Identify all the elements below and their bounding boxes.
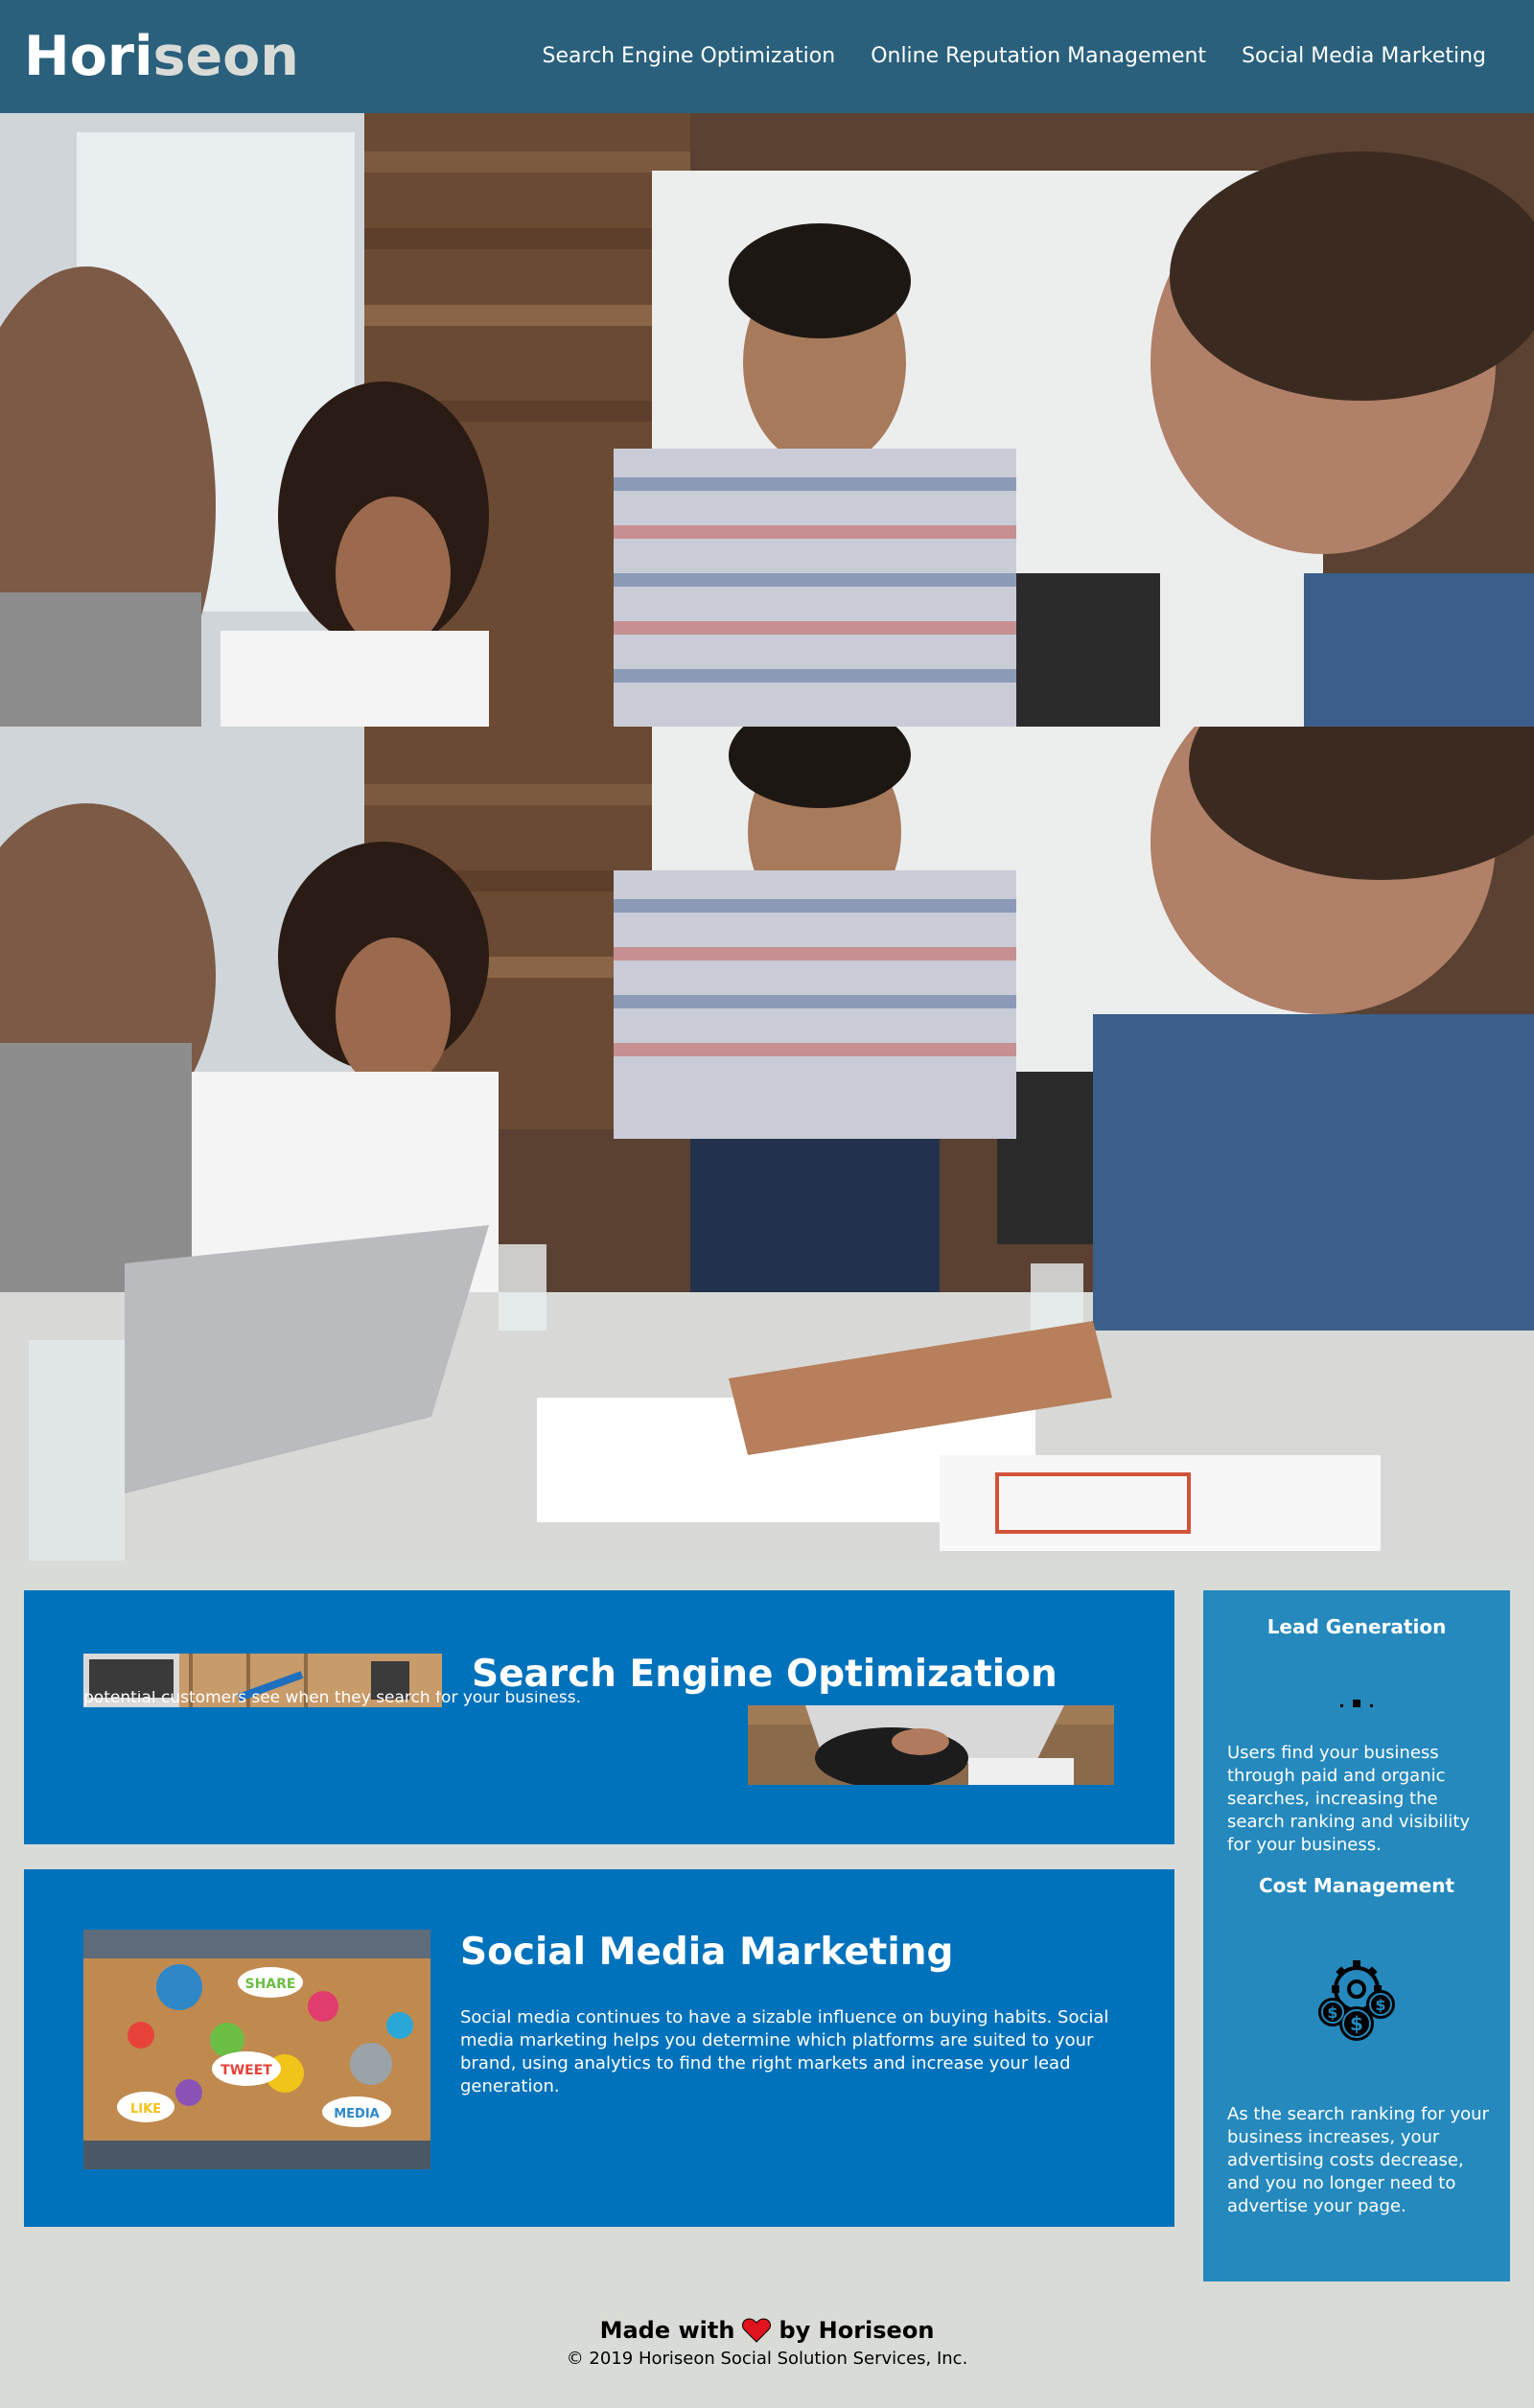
seo-text-fragment: potential customers see when they search… — [83, 1691, 581, 1707]
social-media-image: SHARE TWEET LIKE MEDIA — [83, 1930, 430, 2169]
svg-text:$: $ — [1375, 1996, 1385, 2014]
cost-management-text: As the search ranking for your business … — [1227, 2104, 1489, 2216]
seo-photo — [748, 1705, 1114, 1785]
site-footer: Made with by Horiseon © 2019 Horiseon So… — [0, 2315, 1534, 2371]
logo[interactable]: Horiseon — [24, 23, 299, 90]
copyright: © 2019 Horiseon Social Solution Services… — [566, 2349, 968, 2369]
social-media-title: Social Media Marketing — [460, 1931, 954, 1974]
lead-generation-icon — [1340, 1700, 1373, 1707]
site-header: Horiseon Search Engine Optimization Onli… — [0, 0, 1534, 113]
seo-card: Search Engine Optimization potential cus… — [24, 1590, 1174, 1844]
lead-generation-text: Users find your business through paid an… — [1227, 1743, 1471, 1855]
made-with-suffix: by Horiseon — [779, 2317, 935, 2344]
cost-management-icon: $ $ $ — [1318, 1960, 1395, 2041]
made-with-line: Made with by Horiseon — [0, 2315, 1534, 2346]
nav-link-seo[interactable]: Search Engine Optimization — [542, 42, 835, 71]
logo-main: Hori — [24, 25, 153, 88]
heart-icon — [742, 2318, 772, 2343]
social-media-card: SHARE TWEET LIKE MEDIA Social Media Mark… — [24, 1869, 1174, 2227]
hero-image-full — [0, 727, 1534, 1561]
hero-image — [0, 113, 1534, 727]
logo-accent: seon — [152, 25, 299, 88]
social-media-text: Social media continues to have a sizable… — [460, 2007, 1109, 2096]
lead-generation-title: Lead Generation — [1267, 1615, 1447, 1638]
tweet-word: TWEET — [221, 2063, 272, 2078]
like-word: LIKE — [130, 2102, 161, 2117]
share-word: SHARE — [245, 1977, 296, 1992]
media-word: MEDIA — [334, 2107, 380, 2121]
cost-management-title: Cost Management — [1258, 1874, 1455, 1897]
made-with-prefix: Made with — [599, 2317, 735, 2344]
svg-text:$: $ — [1327, 2003, 1337, 2022]
nav-link-reputation[interactable]: Online Reputation Management — [871, 42, 1206, 71]
benefits-aside: Lead Generation Users find your business… — [1203, 1590, 1510, 2281]
main-nav: Search Engine Optimization Online Reputa… — [542, 42, 1486, 71]
nav-link-social-media[interactable]: Social Media Marketing — [1242, 42, 1486, 71]
svg-text:$: $ — [1350, 2012, 1363, 2035]
